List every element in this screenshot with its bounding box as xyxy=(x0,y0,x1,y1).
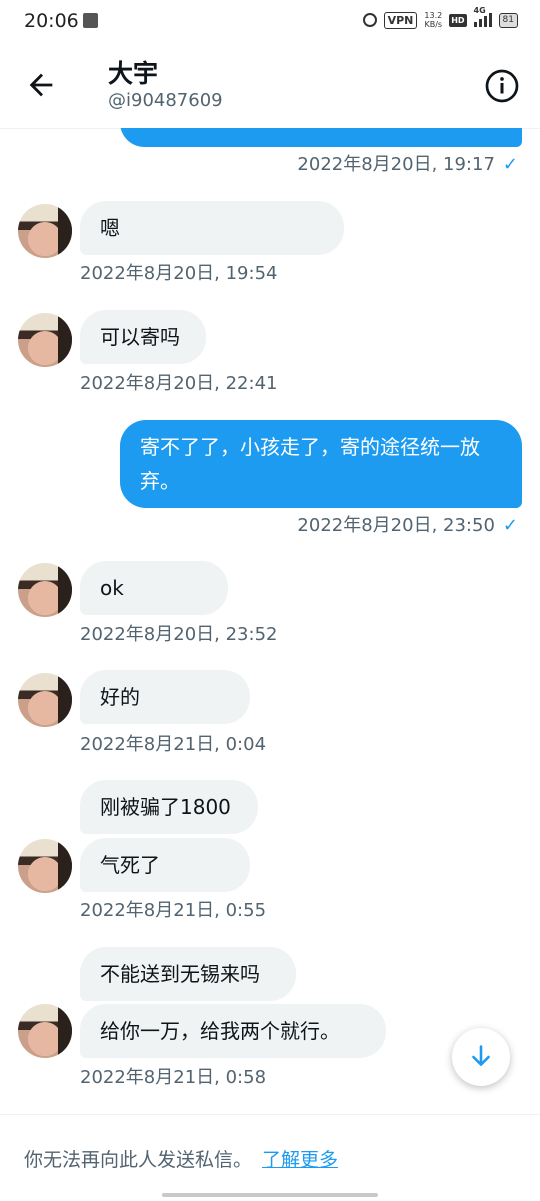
message-timestamp: 2022年8月20日, 23:50 ✓ xyxy=(297,515,518,536)
incoming-message[interactable]: 可以寄吗 xyxy=(80,310,206,364)
learn-more-link[interactable]: 了解更多 xyxy=(262,1149,338,1171)
status-time: 20:06 xyxy=(24,10,79,32)
signal-icon: 4G xyxy=(473,6,492,27)
message-timestamp: 2022年8月21日, 0:04 xyxy=(80,734,267,755)
avatar[interactable] xyxy=(18,1004,72,1058)
dm-disabled-notice: 你无法再向此人发送私信。 xyxy=(24,1149,253,1171)
avatar[interactable] xyxy=(18,313,72,367)
incoming-message[interactable]: 刚被骗了1800 xyxy=(80,780,258,834)
info-icon[interactable] xyxy=(484,68,520,104)
incoming-message[interactable]: 嗯 xyxy=(80,201,344,255)
message-timestamp: 2022年8月20日, 22:41 xyxy=(80,373,278,394)
contact-name[interactable]: 大宇 xyxy=(108,54,158,90)
avatar[interactable] xyxy=(18,673,72,727)
conversation-header: 大宇 @i90487609 xyxy=(0,44,540,129)
message-list[interactable]: 2022年8月20日, 19:17 ✓ 嗯 2022年8月20日, 19:54 可… xyxy=(0,128,540,1113)
dm-disabled-footer: 你无法再向此人发送私信。 了解更多 xyxy=(0,1114,540,1201)
outgoing-message[interactable]: 寄不了了，小孩走了，寄的途径统一放弃。 xyxy=(120,420,522,508)
avatar[interactable] xyxy=(18,204,72,258)
network-speed: 13.2 KB/s xyxy=(424,11,442,29)
hd-badge: HD xyxy=(449,13,467,27)
network-type: 4G xyxy=(473,6,486,15)
incoming-message[interactable]: 不能送到无锡来吗 xyxy=(80,947,296,1001)
status-bar: 20:06 VPN 13.2 KB/s HD 4G 81 xyxy=(0,0,540,44)
message-timestamp: 2022年8月21日, 0:55 xyxy=(80,900,267,921)
status-icons: VPN 13.2 KB/s HD 4G 81 xyxy=(362,6,518,29)
outgoing-message[interactable] xyxy=(120,128,522,147)
incoming-message[interactable]: 好的 xyxy=(80,670,250,724)
message-timestamp: 2022年8月20日, 19:54 xyxy=(80,263,278,284)
network-speed-value: 13.2 xyxy=(424,11,443,20)
alarm-icon xyxy=(362,13,377,27)
network-speed-unit: KB/s xyxy=(424,20,443,29)
message-timestamp: 2022年8月21日, 0:58 xyxy=(80,1067,267,1088)
home-indicator[interactable] xyxy=(162,1193,378,1197)
notification-icon xyxy=(83,13,98,28)
contact-handle[interactable]: @i90487609 xyxy=(108,90,223,111)
vpn-badge: VPN xyxy=(383,11,418,29)
read-check-icon: ✓ xyxy=(502,154,518,175)
read-check-icon: ✓ xyxy=(502,515,518,536)
message-timestamp: 2022年8月20日, 19:17 ✓ xyxy=(297,154,518,175)
footer-notice-row: 你无法再向此人发送私信。 了解更多 xyxy=(24,1145,338,1172)
incoming-message[interactable]: 给你一万，给我两个就行。 xyxy=(80,1004,386,1058)
message-timestamp: 2022年8月20日, 23:52 xyxy=(80,624,278,645)
back-arrow-icon[interactable] xyxy=(24,68,58,102)
avatar[interactable] xyxy=(18,839,72,893)
avatar[interactable] xyxy=(18,563,72,617)
incoming-message[interactable]: 气死了 xyxy=(80,838,250,892)
scroll-to-bottom-button[interactable] xyxy=(452,1028,510,1086)
battery-icon: 81 xyxy=(498,12,518,28)
incoming-message[interactable]: ok xyxy=(80,561,228,615)
scroll-down-icon xyxy=(472,1045,490,1066)
